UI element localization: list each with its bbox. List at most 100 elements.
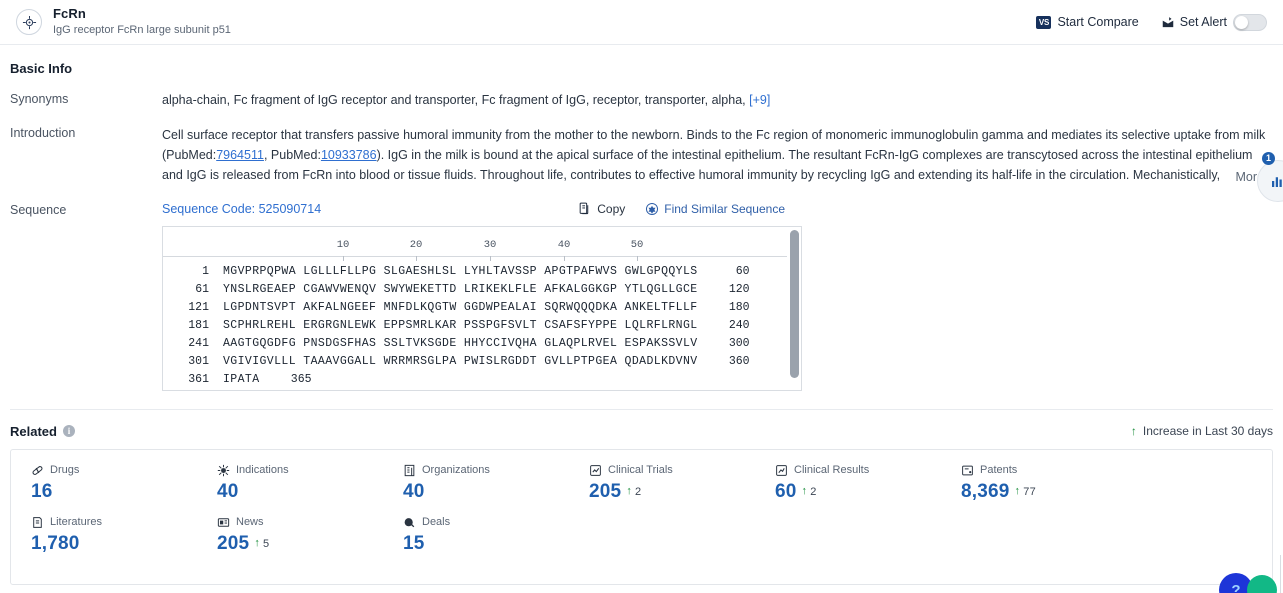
increase-legend: ↑ Increase in Last 30 days — [1131, 424, 1273, 438]
stat-patents[interactable]: Patents 8,369 ↑ 77 — [949, 464, 1135, 503]
sequence-line-end: 360 — [728, 354, 750, 368]
stat-value-row: 60 ↑ 2 — [775, 481, 949, 503]
sequence-line-start: 121 — [188, 300, 209, 314]
stat-drugs[interactable]: Drugs 16 — [19, 464, 205, 503]
sequence-line-residues: AAGTGQGDFG PNSDGSFHAS SSLTVKSGDE HHYCCIV… — [223, 336, 698, 350]
bell-alert-icon — [1161, 16, 1174, 29]
find-similar-sequence-button[interactable]: Find Similar Sequence — [645, 202, 785, 216]
ruler-tick-label: 40 — [557, 238, 571, 251]
stat-delta: ↑ 2 — [802, 486, 817, 498]
stat-label-row: Deals — [403, 516, 577, 529]
sequence-line-start: 241 — [188, 336, 209, 350]
stat-value: 205 — [589, 480, 622, 502]
literature-icon — [31, 516, 44, 529]
sequence-line-start: 361 — [188, 372, 209, 386]
set-alert-toggle[interactable] — [1233, 13, 1267, 31]
stat-clinical-results[interactable]: Clinical Results 60 ↑ 2 — [763, 464, 949, 503]
app-header: FcRn IgG receptor FcRn large subunit p51… — [0, 0, 1283, 45]
stat-value-row: 8,369 ↑ 77 — [961, 481, 1135, 503]
sequence-line-end: 240 — [728, 318, 750, 332]
stat-value-row: 205 ↑ 2 — [589, 481, 763, 503]
stat-label-row: Organizations — [403, 464, 577, 477]
ruler-tick-mark — [564, 255, 565, 261]
stat-label-row: News — [217, 516, 391, 529]
up-arrow-icon: ↑ — [254, 537, 261, 550]
stat-label: Patents — [980, 464, 1018, 477]
stat-delta: ↑ 5 — [254, 538, 269, 550]
stat-label-row: Patents — [961, 464, 1135, 477]
sequence-viewer-inner: 10 20 30 40 50 1 MGVPRPQPWA LGLLLFLLPG S… — [163, 227, 801, 389]
stat-clinical-trials[interactable]: Clinical Trials 205 ↑ 2 — [577, 464, 763, 503]
stat-value: 8,369 — [961, 480, 1010, 502]
start-compare-button[interactable]: VS Start Compare — [1036, 15, 1139, 29]
synonyms-label: Synonyms — [10, 92, 69, 106]
ruler-tick-mark — [416, 255, 417, 261]
floating-rail-divider — [1280, 555, 1281, 593]
page-subtitle: IgG receptor FcRn large subunit p51 — [53, 24, 231, 37]
sequence-line: 121 LGPDNTSVPT AKFALNGEEF MNFDLKQGTW GGD… — [163, 299, 801, 317]
stat-value-row: 16 — [31, 481, 205, 503]
floating-help-cluster[interactable]: ? — [1219, 573, 1277, 593]
sequence-viewer[interactable]: 10 20 30 40 50 1 MGVPRPQPWA LGLLLFLLPG S… — [162, 225, 802, 391]
info-icon[interactable]: i — [62, 425, 75, 438]
stat-news[interactable]: News 205 ↑ 5 — [205, 516, 391, 555]
introduction-text: Cell surface receptor that transfers pas… — [162, 125, 1273, 187]
stat-label-row: Indications — [217, 464, 391, 477]
sequence-line-start: 301 — [188, 354, 209, 368]
header-actions: VS Start Compare Set Alert — [1036, 13, 1267, 31]
sequence-line-start: 181 — [188, 318, 209, 332]
stat-indications[interactable]: Indications 40 — [205, 464, 391, 503]
sequence-actions: Copy Find Similar Sequence — [578, 202, 785, 216]
clinical-result-icon — [775, 464, 788, 477]
ruler-baseline — [163, 255, 787, 257]
up-arrow-icon: ↑ — [626, 485, 633, 498]
sequence-line-residues: IPATA — [223, 372, 260, 386]
pubmed-link-1[interactable]: 7964511 — [216, 148, 264, 162]
sequence-scrollbar[interactable] — [790, 229, 799, 378]
sequence-line-end: 60 — [735, 264, 750, 278]
notification-badge[interactable]: 1 — [1262, 152, 1275, 165]
ruler-tick-label: 10 — [336, 238, 350, 251]
stat-delta: ↑ 77 — [1015, 486, 1036, 498]
sequence-line: 361 IPATA 365 — [163, 371, 801, 389]
deals-icon — [403, 516, 416, 529]
sequence-line: 61 YNSLRGEAEP CGAWVWENQV SWYWEKETTD LRIK… — [163, 281, 801, 299]
stat-organizations[interactable]: Organizations 40 — [391, 464, 577, 503]
header-title-block: FcRn IgG receptor FcRn large subunit p51 — [53, 6, 231, 37]
set-alert-button[interactable]: Set Alert — [1161, 13, 1267, 31]
copy-button[interactable]: Copy — [578, 202, 625, 216]
ruler-tick-mark — [490, 255, 491, 261]
stat-label: Literatures — [50, 516, 102, 529]
stat-value: 15 — [403, 532, 425, 554]
stat-label: News — [236, 516, 264, 529]
stat-value-row: 15 — [403, 533, 577, 555]
page-title: FcRn — [53, 6, 86, 22]
chat-support-button[interactable] — [1247, 575, 1277, 593]
stat-delta-value: 2 — [635, 485, 642, 498]
pubmed-link-2[interactable]: 10933786 — [321, 148, 377, 162]
sequence-line-start: 61 — [195, 282, 209, 296]
related-heading: Related i — [10, 424, 75, 439]
introduction-label: Introduction — [10, 125, 76, 140]
sequence-scrollbar-thumb[interactable] — [790, 229, 799, 378]
sequence-line-residues: MGVPRPQPWA LGLLLFLLPG SLGAESHLSL LYHLTAV… — [223, 264, 698, 278]
stat-literatures[interactable]: Literatures 1,780 — [19, 516, 205, 555]
related-title: Related — [10, 423, 57, 439]
sequence-line: 181 SCPHRLREHL ERGRGNLEWK EPPSMRLKAR PSS… — [163, 317, 801, 335]
stat-label: Indications — [236, 464, 289, 477]
stat-deals[interactable]: Deals 15 — [391, 516, 577, 555]
synonyms-more-link[interactable]: [+9] — [749, 93, 770, 107]
stat-value-row: 40 — [217, 481, 391, 503]
start-compare-label: Start Compare — [1057, 15, 1139, 29]
sequence-line: 1 MGVPRPQPWA LGLLLFLLPG SLGAESHLSL LYHLT… — [163, 263, 801, 281]
up-arrow-icon: ↑ — [1014, 485, 1021, 498]
sequence-line-residues: YNSLRGEAEP CGAWVWENQV SWYWEKETTD LRIKEKL… — [223, 282, 698, 296]
stat-label: Organizations — [422, 464, 490, 477]
clinical-trial-icon — [589, 464, 602, 477]
up-arrow-icon: ↑ — [801, 485, 808, 498]
ruler-tick-label: 50 — [630, 238, 644, 251]
stat-value: 16 — [31, 480, 53, 502]
stat-label-row: Literatures — [31, 516, 205, 529]
sequence-code[interactable]: Sequence Code: 525090714 — [162, 202, 321, 216]
section-divider — [10, 408, 1273, 410]
